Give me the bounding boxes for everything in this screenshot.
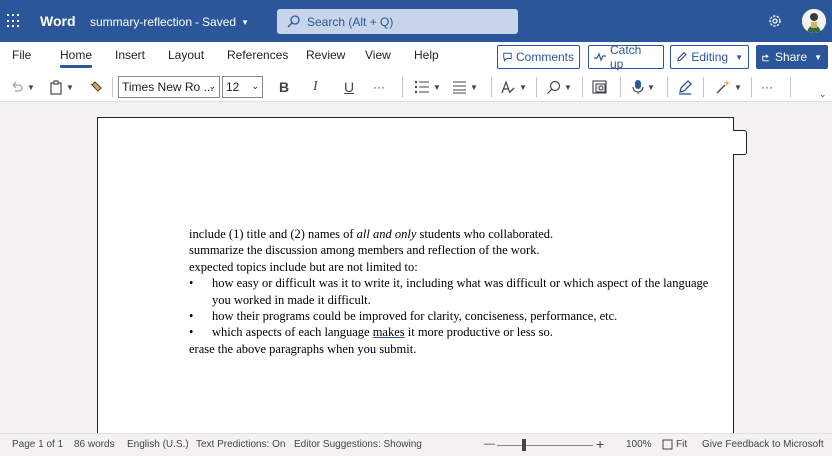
ribbon-tabs: File Home Insert Layout References Revie… bbox=[0, 42, 832, 72]
list-item: which aspects of each language makes it … bbox=[189, 324, 709, 341]
chevron-down-icon: ▼ bbox=[564, 82, 572, 92]
chevron-down-icon: ▼ bbox=[735, 52, 743, 62]
dictate-button[interactable]: ▼ bbox=[632, 77, 655, 97]
comment-icon bbox=[503, 52, 512, 62]
catch-up-button[interactable]: Catch up bbox=[588, 43, 664, 71]
zoom-level[interactable]: 100% bbox=[626, 439, 652, 450]
chevron-down-icon: ▼ bbox=[814, 52, 822, 62]
chevron-down-icon: ▼ bbox=[66, 82, 74, 92]
tab-home[interactable]: Home bbox=[60, 48, 93, 68]
chevron-down-icon: ▼ bbox=[519, 82, 527, 92]
bold-button[interactable]: B bbox=[279, 77, 289, 97]
grammar-flagged-word: makes bbox=[372, 325, 405, 340]
avatar[interactable] bbox=[802, 9, 826, 33]
paragraph: erase the above paragraphs when you subm… bbox=[189, 341, 417, 356]
designer-button[interactable]: ▼ bbox=[715, 77, 742, 97]
chevron-down-icon: ▼ bbox=[470, 82, 478, 92]
reuse-files-button[interactable] bbox=[592, 77, 608, 97]
chevron-down-icon: ▼ bbox=[433, 82, 441, 92]
underline-button[interactable]: U bbox=[344, 77, 354, 97]
tab-view[interactable]: View bbox=[365, 48, 391, 62]
paragraph: include (1) title and (2) names of all a… bbox=[189, 227, 554, 241]
italic-button[interactable]: I bbox=[313, 77, 318, 97]
format-painter-icon bbox=[90, 81, 102, 92]
align-icon bbox=[453, 81, 466, 94]
chevron-down-icon: ▼ bbox=[647, 82, 655, 92]
find-button[interactable]: ▼ bbox=[546, 77, 572, 97]
chevron-down-icon: ▼ bbox=[241, 17, 249, 27]
zoom-slider-track[interactable] bbox=[497, 445, 593, 446]
chevron-down-icon: ▼ bbox=[27, 82, 35, 92]
paragraph: expected topics include but are not limi… bbox=[189, 259, 418, 274]
zoom-in-button[interactable]: + bbox=[596, 436, 604, 452]
bullets-button[interactable]: ▼ bbox=[414, 77, 441, 97]
search-input[interactable]: Search (Alt + Q) bbox=[277, 9, 518, 34]
feedback-link[interactable]: Give Feedback to Microsoft bbox=[702, 439, 824, 450]
app-name[interactable]: Word bbox=[40, 13, 76, 29]
microphone-icon bbox=[632, 80, 644, 94]
document-canvas: include (1) title and (2) names of all a… bbox=[0, 103, 832, 433]
format-painter-button[interactable] bbox=[89, 77, 103, 97]
fit-page-icon bbox=[662, 439, 673, 450]
editor-pen-icon bbox=[679, 80, 692, 95]
document-body[interactable]: include (1) title and (2) names of all a… bbox=[189, 226, 709, 357]
text-predictions-status[interactable]: Text Predictions: On bbox=[196, 439, 285, 450]
share-button[interactable]: Share ▼ bbox=[756, 45, 828, 69]
zoom-slider-thumb[interactable] bbox=[522, 439, 526, 451]
editor-button[interactable] bbox=[677, 77, 693, 97]
editor-suggestions-status[interactable]: Editor Suggestions: Showing bbox=[294, 439, 422, 450]
font-size-select[interactable]: 12 ⌄ bbox=[222, 76, 263, 98]
align-button[interactable]: ▼ bbox=[452, 77, 478, 97]
clipboard-icon bbox=[50, 79, 62, 95]
styles-button[interactable]: ▼ bbox=[500, 77, 527, 97]
undo-icon bbox=[12, 81, 23, 92]
save-state: Saved bbox=[202, 15, 237, 29]
pencil-icon bbox=[677, 51, 687, 62]
page-count[interactable]: Page 1 of 1 bbox=[12, 439, 63, 450]
comments-margin-tab[interactable] bbox=[733, 130, 747, 155]
document-title[interactable]: summary-reflection - Saved ▼ bbox=[90, 15, 249, 29]
editing-mode-button[interactable]: Editing ▼ bbox=[670, 45, 749, 69]
paragraph: summarize the discussion among members a… bbox=[189, 243, 540, 258]
expand-ribbon-icon[interactable]: ⌄ bbox=[819, 84, 827, 104]
search-placeholder: Search (Alt + Q) bbox=[307, 14, 394, 29]
document-name: summary-reflection bbox=[90, 15, 193, 29]
bullet-list: how easy or difficult was it to write it… bbox=[189, 275, 709, 341]
list-item: how their programs could be improved for… bbox=[189, 308, 709, 325]
app-launcher-icon[interactable] bbox=[7, 14, 21, 28]
comments-button[interactable]: Comments bbox=[497, 45, 580, 69]
paste-button[interactable]: ▼ bbox=[49, 77, 74, 97]
undo-button[interactable]: ▼ bbox=[10, 77, 35, 97]
gear-icon[interactable] bbox=[767, 13, 783, 34]
bullet-list-icon bbox=[414, 80, 429, 94]
magic-wand-icon bbox=[716, 80, 730, 94]
status-bar: Page 1 of 1 86 words English (U.S.) Text… bbox=[0, 433, 832, 456]
search-icon bbox=[547, 80, 561, 94]
search-icon bbox=[287, 15, 300, 28]
document-page[interactable]: include (1) title and (2) names of all a… bbox=[97, 117, 734, 433]
tab-help[interactable]: Help bbox=[414, 48, 439, 62]
word-count[interactable]: 86 words bbox=[74, 439, 115, 450]
chevron-down-icon: ▼ bbox=[734, 82, 742, 92]
chevron-down-icon: ⌄ bbox=[208, 81, 216, 91]
reuse-files-icon bbox=[592, 79, 607, 94]
language-indicator[interactable]: English (U.S.) bbox=[127, 439, 189, 450]
formatting-toolbar: ▼ ▼ Times New Ro ... ⌄ 12 ⌄ B I U ··· ▼ … bbox=[0, 72, 832, 102]
tab-layout[interactable]: Layout bbox=[168, 48, 204, 62]
tab-insert[interactable]: Insert bbox=[115, 48, 145, 62]
list-item: how easy or difficult was it to write it… bbox=[189, 275, 709, 308]
styles-icon bbox=[501, 79, 515, 93]
activity-icon bbox=[594, 52, 606, 62]
chevron-down-icon: ⌄ bbox=[251, 81, 259, 91]
font-name-select[interactable]: Times New Ro ... ⌄ bbox=[118, 76, 220, 98]
tab-references[interactable]: References bbox=[227, 48, 288, 62]
tab-review[interactable]: Review bbox=[306, 48, 345, 62]
more-font-options-button[interactable]: ··· bbox=[373, 77, 385, 97]
zoom-out-button[interactable]: — bbox=[484, 438, 495, 450]
fit-button[interactable]: Fit bbox=[662, 439, 687, 450]
tab-file[interactable]: File bbox=[12, 48, 31, 62]
more-options-button[interactable]: ··· bbox=[761, 77, 773, 97]
title-bar: Word summary-reflection - Saved ▼ Search… bbox=[0, 0, 832, 42]
share-icon bbox=[762, 54, 769, 62]
